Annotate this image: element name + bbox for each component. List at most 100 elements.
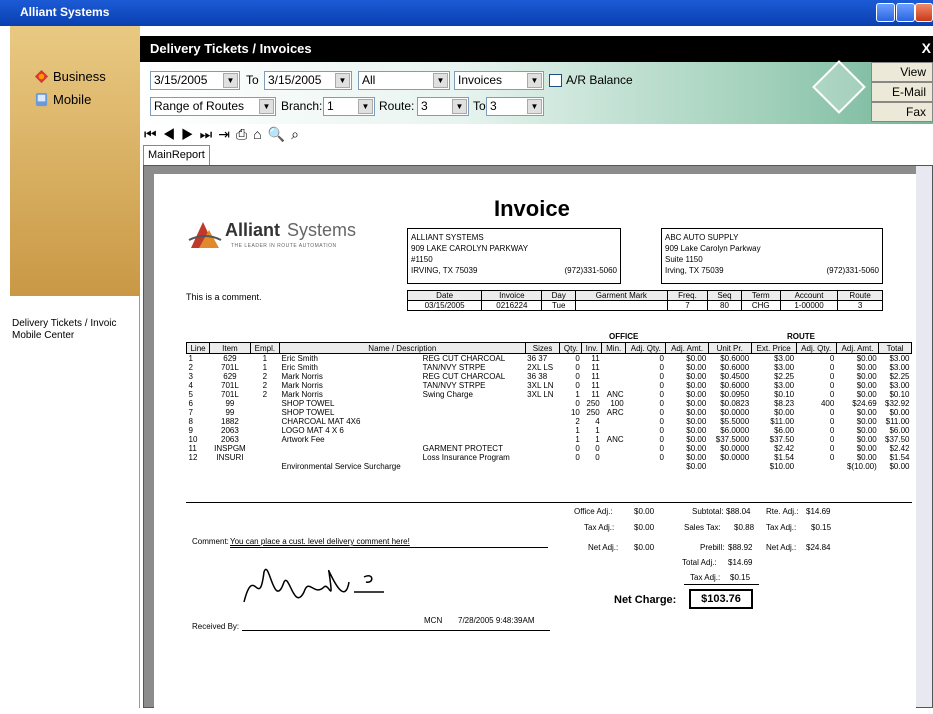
table-cell: $0.00 <box>856 354 877 363</box>
prev-page-icon[interactable]: ◀ <box>163 126 182 142</box>
table-cell: $0.6000 <box>720 381 750 390</box>
table-cell: 3 <box>188 372 193 381</box>
table-cell: $8.23 <box>774 399 795 408</box>
table-cell: $3.00 <box>774 381 795 390</box>
vertical-scrollbar[interactable] <box>916 166 932 707</box>
fax-button[interactable]: Fax <box>871 102 933 122</box>
table-cell: GARMENT PROTECT <box>422 444 503 453</box>
print-icon[interactable]: ⎙ <box>236 126 253 142</box>
info-value <box>574 300 668 311</box>
table-cell: $0.6000 <box>720 363 750 372</box>
column-header: Name / Description <box>278 342 526 354</box>
chevron-down-icon[interactable]: ▼ <box>358 99 373 114</box>
branch-select[interactable]: 1 ▼ <box>323 97 375 116</box>
table-cell: $0.00 <box>856 390 877 399</box>
net-adj-value: $0.00 <box>634 543 655 552</box>
route-to-select[interactable]: 3 ▼ <box>486 97 544 116</box>
maximize-button[interactable] <box>896 3 915 22</box>
table-cell: Eric Smith <box>281 354 318 363</box>
list-item[interactable]: Delivery Tickets / Invoic <box>12 318 116 330</box>
next-page-icon[interactable]: ▶ <box>181 126 200 142</box>
range-select[interactable]: Range of Routes ▼ <box>150 97 276 116</box>
info-value: Tue <box>541 300 576 311</box>
print-setup-icon[interactable]: ⌂ <box>253 126 267 142</box>
table-cell <box>210 462 251 471</box>
tax-adj3-value: $0.15 <box>730 573 751 582</box>
to-line: 909 Lake Carolyn Parkway <box>665 244 761 253</box>
table-cell <box>602 417 626 426</box>
mobile-icon <box>35 92 48 107</box>
close-icon[interactable]: X <box>922 40 931 56</box>
sidebar: Business Mobile Delivery Tickets / Invoi… <box>10 26 140 708</box>
info-value: 0216224 <box>481 300 543 311</box>
route-to-label: To <box>473 99 486 113</box>
date-from-field[interactable]: 3/15/2005 ▼ <box>150 71 240 90</box>
sidebar-item-mobile[interactable]: Mobile <box>34 92 91 107</box>
status-select[interactable]: All ▼ <box>358 71 450 90</box>
chevron-down-icon[interactable]: ▼ <box>527 73 542 88</box>
table-cell: 0 <box>659 399 664 408</box>
last-page-icon[interactable]: ⏭ <box>200 126 219 142</box>
sidebar-list: Delivery Tickets / Invoic Mobile Center <box>12 318 116 342</box>
table-cell: 2 <box>262 381 268 390</box>
info-header: Freq. <box>666 290 709 301</box>
zoom-icon[interactable]: 🔍 <box>268 126 291 142</box>
view-button[interactable]: View <box>871 62 933 82</box>
table-cell <box>602 354 626 364</box>
table-cell: $0.00 <box>686 462 707 471</box>
table-cell: 36 38 <box>527 372 548 381</box>
sidebar-item-business[interactable]: Business <box>34 69 106 84</box>
table-cell: 1 <box>595 435 600 444</box>
table-row: 6 99 SHOP TOWEL 0 250 100 0 $0.00 $0.0823 $8.23 40… <box>187 399 912 408</box>
table-row: 9 2063 LOGO MAT 4 X 6 1 1 0 $0.00 $6.0000 $6.00 0… <box>187 426 912 435</box>
net-adj2-value: $24.84 <box>806 543 831 552</box>
chevron-down-icon[interactable]: ▼ <box>259 99 274 114</box>
table-cell: Eric Smith <box>281 363 318 372</box>
sidebar-header-panel <box>10 26 140 296</box>
route-select[interactable]: 3 ▼ <box>417 97 469 116</box>
table-cell: 11 <box>591 363 600 372</box>
chevron-down-icon[interactable]: ▼ <box>223 73 238 88</box>
table-cell: 400 <box>820 399 835 408</box>
export-icon[interactable]: ⇥ <box>218 126 236 142</box>
subtotal-label: Subtotal: <box>692 507 724 516</box>
info-value: 03/15/2005 <box>406 300 483 311</box>
status-value: All <box>362 73 376 87</box>
date-to-field[interactable]: 3/15/2005 ▼ <box>264 71 352 90</box>
table-cell: $2.42 <box>774 444 795 453</box>
chevron-down-icon[interactable]: ▼ <box>527 99 542 114</box>
search-icon[interactable]: ⌕ <box>291 126 305 142</box>
chevron-down-icon[interactable]: ▼ <box>335 73 350 88</box>
table-cell <box>602 453 626 462</box>
table-cell: $0.00 <box>686 444 707 453</box>
minimize-button[interactable] <box>876 3 895 22</box>
table-cell <box>525 408 560 417</box>
table-cell: Environmental Service Surcharge <box>281 462 401 471</box>
sidebar-item-label: Mobile <box>53 92 92 107</box>
table-cell <box>250 435 279 444</box>
table-cell <box>250 444 279 453</box>
branch-label: Branch: <box>281 99 323 113</box>
window-titlebar: Alliant Systems <box>0 0 933 26</box>
signed-timestamp: 7/28/2005 9:48:39AM <box>458 616 535 625</box>
table-row: 1 629 1 Eric Smith REG CUT CHARCOAL 36 37 0 11 0… <box>187 354 912 364</box>
first-page-icon[interactable]: ⏮ <box>144 126 163 142</box>
info-header: Seq <box>707 290 742 301</box>
table-cell: $3.00 <box>889 354 910 363</box>
chevron-down-icon[interactable]: ▼ <box>433 73 448 88</box>
ar-balance-checkbox[interactable] <box>549 74 562 87</box>
close-window-button[interactable] <box>915 3 933 22</box>
table-row: Environmental Service Surcharge $0.00 $10.… <box>187 462 912 471</box>
chevron-down-icon[interactable]: ▼ <box>452 99 467 114</box>
route-label: Route: <box>379 99 415 113</box>
table-cell <box>525 399 560 408</box>
table-cell: REG CUT CHARCOAL <box>422 354 506 363</box>
doc-type-select[interactable]: Invoices ▼ <box>454 71 544 90</box>
list-item[interactable]: Mobile Center <box>12 330 116 342</box>
tab-mainreport[interactable]: MainReport <box>143 145 210 165</box>
table-cell: 12 <box>188 453 198 462</box>
email-button[interactable]: E-Mail <box>871 82 933 102</box>
date-to-value: 3/15/2005 <box>268 73 322 87</box>
table-cell: $0.00 <box>686 372 707 381</box>
table-cell: 0 <box>659 444 664 453</box>
